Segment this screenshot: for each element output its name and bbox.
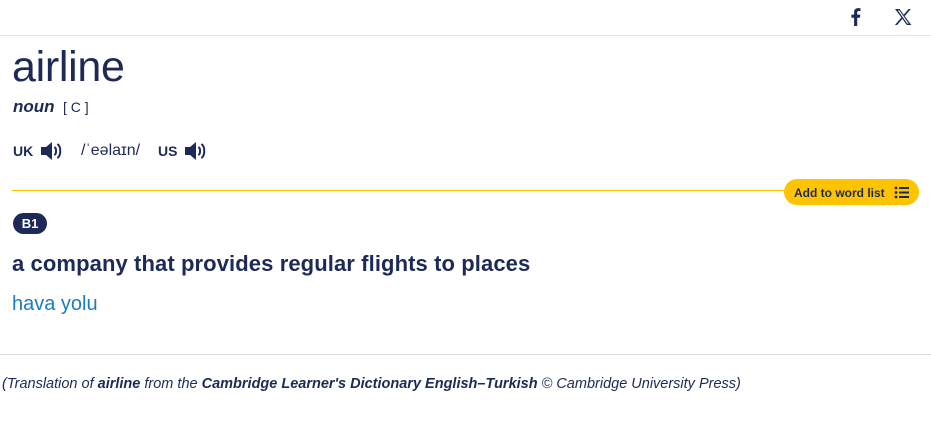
- grammar-code: [ C ]: [63, 99, 89, 115]
- uk-audio-speaker-icon[interactable]: [39, 139, 65, 163]
- list-icon: [894, 185, 909, 200]
- share-bar: [0, 0, 931, 36]
- translation-credit: (Translation of airline from the Cambrid…: [2, 376, 741, 392]
- ipa-pronunciation: /ˈeəlaɪn/: [81, 142, 141, 159]
- part-of-speech: noun: [13, 97, 55, 116]
- sense-divider: [12, 190, 792, 191]
- headword: airline: [12, 43, 125, 91]
- cefr-level-badge: B1: [13, 213, 47, 234]
- credit-open: (Translation of: [2, 376, 98, 392]
- us-audio-speaker-icon[interactable]: [183, 139, 209, 163]
- footer-divider: [0, 354, 931, 355]
- add-to-word-list-button[interactable]: Add to word list: [784, 179, 919, 205]
- us-label: US: [158, 143, 178, 159]
- add-to-word-list-label: Add to word list: [794, 186, 885, 200]
- credit-word: airline: [97, 376, 141, 392]
- translation-text: hava yolu: [12, 293, 98, 315]
- x-twitter-icon[interactable]: [893, 7, 913, 27]
- facebook-icon[interactable]: [846, 7, 866, 27]
- credit-middle: from the: [140, 376, 202, 392]
- credit-dictionary: Cambridge Learner's Dictionary English–T…: [201, 376, 538, 392]
- credit-close: © Cambridge University Press): [537, 376, 741, 392]
- part-of-speech-line: noun [ C ]: [13, 97, 89, 118]
- uk-label: UK: [13, 143, 34, 159]
- definition-text: a company that provides regular flights …: [12, 251, 531, 276]
